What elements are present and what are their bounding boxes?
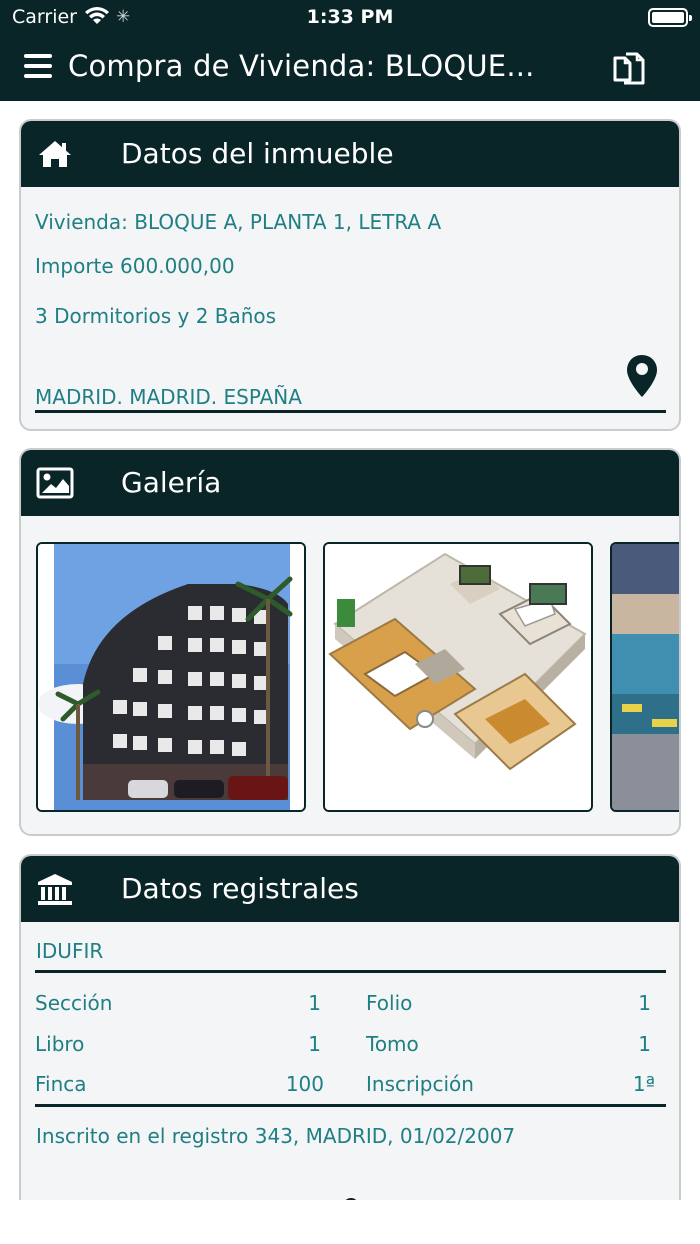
vivienda-text: Vivienda: BLOQUE A, PLANTA 1, LETRA A [35,210,442,234]
tomo-value: 1 [638,1032,651,1056]
registry-data-card: Datos registrales IDUFIR Sección 1 Folio… [19,854,681,1244]
registry-card-title: Datos registrales [121,872,359,905]
seccion-value: 1 [308,991,321,1015]
importe-text: Importe 600.000,00 [35,254,235,278]
location-text: MADRID. MADRID. ESPAÑA [35,385,302,409]
registry-card-header: Datos registrales [21,856,679,922]
gallery-card: Galería [19,448,681,836]
partial-photo [612,544,679,810]
property-card-title: Datos del inmueble [121,137,394,170]
battery-icon [648,8,692,27]
building-photo [38,544,304,810]
libro-value: 1 [308,1032,321,1056]
bank-building-icon [38,874,72,905]
property-card-header: Datos del inmueble [21,121,679,187]
seccion-label: Sección [35,991,113,1015]
gallery-card-header: Galería [21,450,679,516]
inscrito-text: Inscrito en el registro 343, MADRID, 01/… [36,1124,516,1148]
inscripcion-value: 1ª [632,1072,655,1096]
page-title: Compra de Vivienda: BLOQUE... [68,49,535,83]
gallery-card-title: Galería [121,466,222,499]
inscripcion-label: Inscripción [366,1072,474,1096]
home-icon [39,141,71,167]
bottom-whitespace [0,1200,700,1244]
tomo-label: Tomo [366,1032,419,1056]
finca-label: Finca [35,1072,87,1096]
property-data-card: Datos del inmueble Vivienda: BLOQUE A, P… [19,119,681,431]
gallery-image-partial[interactable] [610,542,679,812]
rooms-text: 3 Dormitorios y 2 Baños [35,304,277,328]
folio-label: Folio [366,991,413,1015]
libro-label: Libro [35,1032,85,1056]
gallery-image-floorplan[interactable] [323,542,593,812]
folio-value: 1 [638,991,651,1015]
finca-value: 100 [285,1072,324,1096]
hamburger-menu-icon[interactable] [24,54,52,80]
status-bar: Carrier ✳ 1:33 PM [0,0,700,36]
registry-divider [35,1104,666,1107]
map-pin-icon[interactable] [625,353,659,399]
status-time: 1:33 PM [306,6,394,28]
location-divider [35,410,666,413]
copy-documents-icon[interactable] [610,50,648,88]
floorplan-3d-render [325,544,591,810]
image-icon [36,467,74,499]
top-navigation-bar: Carrier ✳ 1:33 PM Compra de Vivienda: BL… [0,0,700,101]
idufir-divider [35,970,666,973]
gallery-image-building[interactable] [36,542,306,812]
idufir-label: IDUFIR [36,939,104,963]
